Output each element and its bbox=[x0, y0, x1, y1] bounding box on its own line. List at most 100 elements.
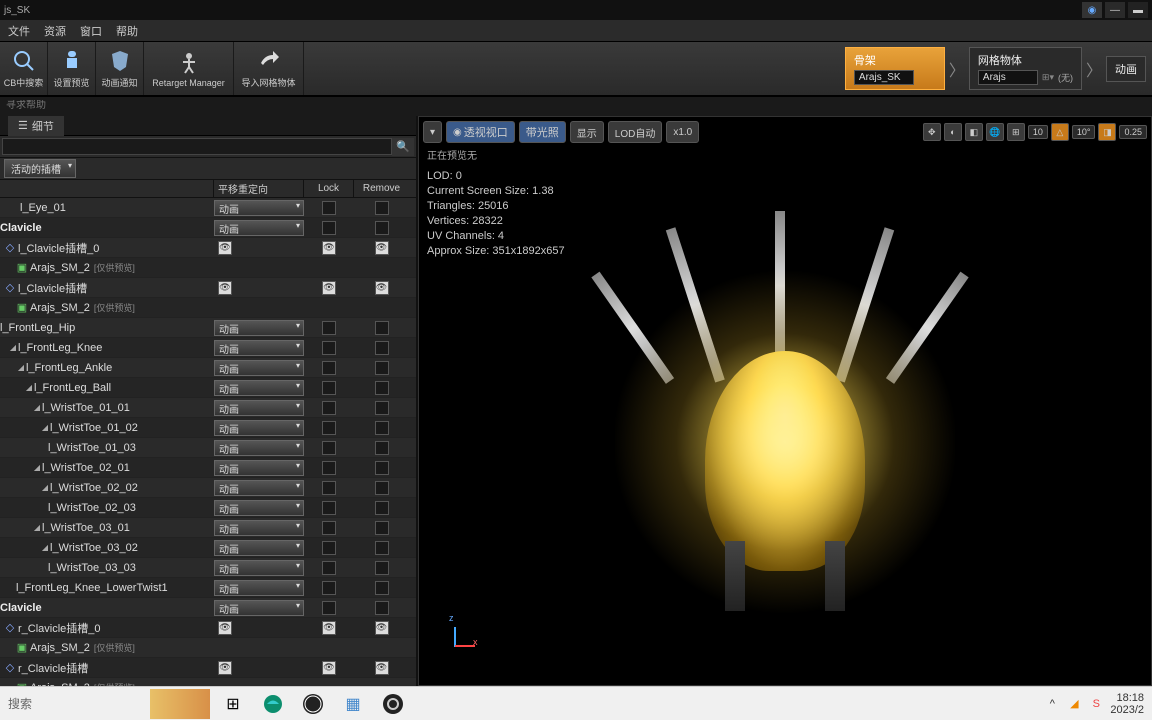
lock-checkbox[interactable]: 👁 bbox=[322, 281, 336, 295]
remove-checkbox[interactable] bbox=[375, 401, 389, 415]
lock-checkbox[interactable] bbox=[322, 381, 336, 395]
mesh-mode-tab[interactable]: 网格物体 Arajs⊞▾(无) bbox=[969, 47, 1082, 90]
tree-row[interactable]: ◇r_Clavicle插槽_0👁👁👁 bbox=[0, 618, 416, 638]
bone-tree[interactable]: l_Eye_01动画Clavicle动画◇l_Clavicle插槽_0👁👁👁▣A… bbox=[0, 198, 416, 686]
lock-checkbox[interactable] bbox=[322, 481, 336, 495]
visibility-toggle[interactable]: 👁 bbox=[218, 661, 232, 675]
snap-value[interactable]: 10 bbox=[1028, 125, 1048, 139]
tree-row[interactable]: l_WristToe_01_03动画 bbox=[0, 438, 416, 458]
3d-viewport[interactable]: ▾ ◉ 透视视口 带光照 显示 LOD自动 x1.0 ✥ ◐ ◧ 🌐 ⊞ 10 … bbox=[418, 116, 1152, 686]
show-button[interactable]: 显示 bbox=[570, 121, 604, 143]
move-gizmo-icon[interactable]: ✥ bbox=[923, 123, 941, 141]
remove-checkbox[interactable] bbox=[375, 601, 389, 615]
retarget-select[interactable]: 动画 bbox=[214, 580, 304, 596]
retarget-select[interactable]: 动画 bbox=[214, 560, 304, 576]
close-button[interactable]: ▬ bbox=[1128, 2, 1148, 18]
tree-row[interactable]: Clavicle动画 bbox=[0, 218, 416, 238]
menu-window[interactable]: 窗口 bbox=[80, 23, 102, 39]
retarget-select[interactable]: 动画 bbox=[214, 200, 304, 216]
tree-row[interactable]: ◇l_Clavicle插槽👁👁👁 bbox=[0, 278, 416, 298]
visibility-toggle[interactable]: 👁 bbox=[218, 241, 232, 255]
remove-checkbox[interactable] bbox=[375, 461, 389, 475]
retarget-select[interactable]: 动画 bbox=[214, 600, 304, 616]
preview-button[interactable]: 设置预览 bbox=[48, 42, 96, 95]
menu-help[interactable]: 帮助 bbox=[116, 23, 138, 39]
remove-checkbox[interactable] bbox=[375, 521, 389, 535]
tree-row[interactable]: ◇r_Clavicle插槽👁👁👁 bbox=[0, 658, 416, 678]
lock-checkbox[interactable] bbox=[322, 201, 336, 215]
tree-row[interactable]: ◢l_WristToe_03_01动画 bbox=[0, 518, 416, 538]
tree-row[interactable]: ◢l_FrontLeg_Knee动画 bbox=[0, 338, 416, 358]
tree-row[interactable]: l_WristToe_02_03动画 bbox=[0, 498, 416, 518]
tree-row[interactable]: ◢l_WristToe_03_02动画 bbox=[0, 538, 416, 558]
retarget-select[interactable]: 动画 bbox=[214, 540, 304, 556]
tree-row[interactable]: ▣Arajs_SM_2[仅供预览] bbox=[0, 638, 416, 658]
anim-mode-tab[interactable]: 动画 bbox=[1106, 56, 1146, 82]
grid-icon[interactable]: ⊞ bbox=[1007, 123, 1025, 141]
globe-icon[interactable]: 🌐 bbox=[986, 123, 1004, 141]
visibility-toggle[interactable]: 👁 bbox=[218, 281, 232, 295]
remove-checkbox[interactable] bbox=[375, 561, 389, 575]
retarget-select[interactable]: 动画 bbox=[214, 340, 304, 356]
remove-checkbox[interactable] bbox=[375, 541, 389, 555]
tree-row[interactable]: ◢l_WristToe_02_01动画 bbox=[0, 458, 416, 478]
tree-row[interactable]: ◢l_WristToe_02_02动画 bbox=[0, 478, 416, 498]
lock-checkbox[interactable] bbox=[322, 221, 336, 235]
retarget-select[interactable]: 动画 bbox=[214, 400, 304, 416]
remove-checkbox[interactable] bbox=[375, 501, 389, 515]
retarget-manager-button[interactable]: Retarget Manager bbox=[144, 42, 234, 95]
app-icon[interactable]: ▦ bbox=[334, 689, 372, 719]
tree-row[interactable]: ◢l_FrontLeg_Ball动画 bbox=[0, 378, 416, 398]
details-tab[interactable]: ☰细节 bbox=[8, 116, 64, 136]
lock-checkbox[interactable] bbox=[322, 441, 336, 455]
lock-checkbox[interactable] bbox=[322, 521, 336, 535]
scale-snap-value[interactable]: 0.25 bbox=[1119, 125, 1147, 139]
remove-checkbox[interactable] bbox=[375, 201, 389, 215]
lock-checkbox[interactable] bbox=[322, 501, 336, 515]
edge-icon[interactable] bbox=[254, 689, 292, 719]
anim-notify-button[interactable]: 动画通知 bbox=[96, 42, 144, 95]
menu-edit[interactable]: 资源 bbox=[44, 23, 66, 39]
tree-row[interactable]: l_FrontLeg_Knee_LowerTwist1动画 bbox=[0, 578, 416, 598]
remove-checkbox[interactable]: 👁 bbox=[375, 661, 389, 675]
help-search-input[interactable] bbox=[6, 100, 1146, 111]
tree-row[interactable]: ▣Arajs_SM_2[仅供预览] bbox=[0, 258, 416, 278]
lock-checkbox[interactable] bbox=[322, 421, 336, 435]
unreal-icon[interactable] bbox=[294, 689, 332, 719]
remove-checkbox[interactable] bbox=[375, 441, 389, 455]
retarget-select[interactable]: 动画 bbox=[214, 440, 304, 456]
lock-checkbox[interactable] bbox=[322, 321, 336, 335]
obs-icon[interactable] bbox=[374, 689, 412, 719]
filter-dropdown[interactable]: 活动的插槽 bbox=[4, 159, 76, 178]
windows-search[interactable]: 搜索 bbox=[0, 691, 150, 716]
tree-row[interactable]: ◢l_WristToe_01_01动画 bbox=[0, 398, 416, 418]
remove-checkbox[interactable] bbox=[375, 321, 389, 335]
remove-checkbox[interactable] bbox=[375, 481, 389, 495]
remove-checkbox[interactable]: 👁 bbox=[375, 621, 389, 635]
retarget-select[interactable]: 动画 bbox=[214, 520, 304, 536]
minimize-button[interactable]: — bbox=[1105, 2, 1125, 18]
retarget-select[interactable]: 动画 bbox=[214, 480, 304, 496]
lock-checkbox[interactable] bbox=[322, 341, 336, 355]
tree-row[interactable]: ◢l_WristToe_01_02动画 bbox=[0, 418, 416, 438]
retarget-select[interactable]: 动画 bbox=[214, 360, 304, 376]
skeleton-mode-tab[interactable]: 骨架 Arajs_SK bbox=[845, 47, 945, 90]
scale-snap-icon[interactable]: ◨ bbox=[1098, 123, 1116, 141]
lock-checkbox[interactable]: 👁 bbox=[322, 661, 336, 675]
remove-checkbox[interactable]: 👁 bbox=[375, 241, 389, 255]
retarget-select[interactable]: 动画 bbox=[214, 500, 304, 516]
remove-checkbox[interactable] bbox=[375, 221, 389, 235]
lock-checkbox[interactable] bbox=[322, 401, 336, 415]
lock-checkbox[interactable]: 👁 bbox=[322, 621, 336, 635]
lock-checkbox[interactable]: 👁 bbox=[322, 241, 336, 255]
visibility-toggle[interactable]: 👁 bbox=[218, 621, 232, 635]
scale-button[interactable]: x1.0 bbox=[666, 121, 699, 143]
retarget-select[interactable]: 动画 bbox=[214, 220, 304, 236]
task-view-icon[interactable]: ⊞ bbox=[214, 689, 252, 719]
lock-checkbox[interactable] bbox=[322, 561, 336, 575]
tree-row[interactable]: ◇l_Clavicle插槽_0👁👁👁 bbox=[0, 238, 416, 258]
tree-row[interactable]: l_Eye_01动画 bbox=[0, 198, 416, 218]
tree-row[interactable]: l_FrontLeg_Hip动画 bbox=[0, 318, 416, 338]
retarget-select[interactable]: 动画 bbox=[214, 380, 304, 396]
import-mesh-button[interactable]: 导入网格物体 bbox=[234, 42, 304, 95]
